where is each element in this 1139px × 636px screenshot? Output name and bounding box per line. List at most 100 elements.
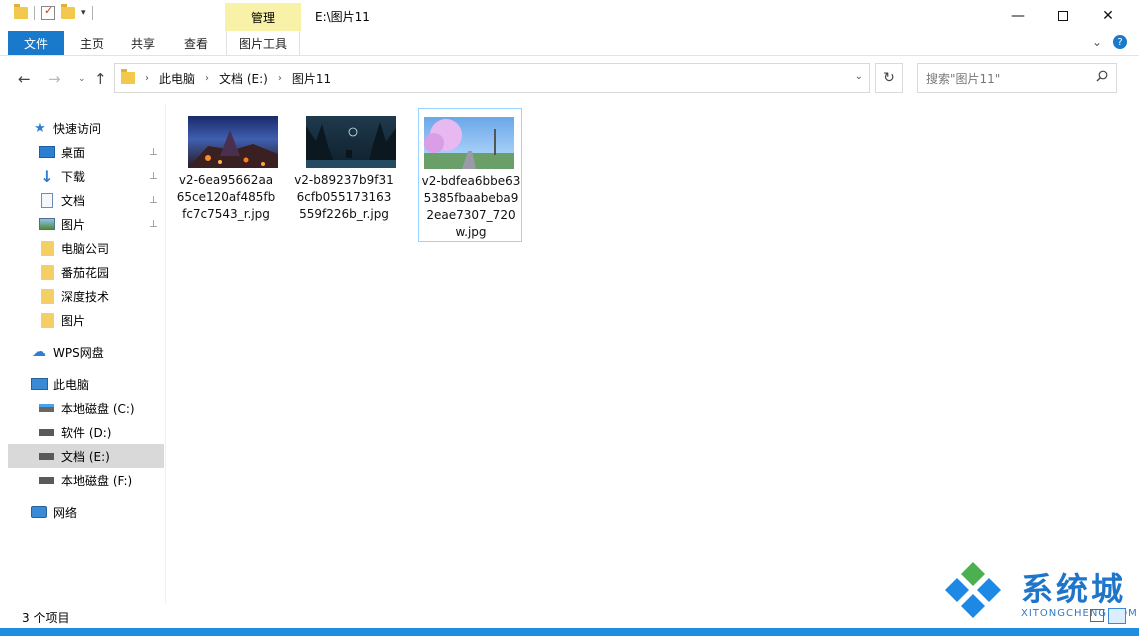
- close-button[interactable]: ✕: [1085, 0, 1131, 31]
- sidebar-item-label: 文档: [61, 193, 86, 208]
- sidebar-item-label: 软件 (D:): [61, 425, 112, 440]
- folder-icon: [14, 4, 28, 19]
- back-arrow-icon[interactable]: ←: [18, 70, 31, 88]
- breadcrumb-chevron-icon[interactable]: ›: [205, 73, 209, 84]
- picture-icon: [39, 218, 55, 230]
- folder-icon: [121, 69, 135, 84]
- sidebar-item-documents[interactable]: 文档 ⊥: [8, 188, 164, 212]
- folder-icon: [41, 288, 54, 304]
- sidebar-item-desktop[interactable]: 桌面 ⊥: [8, 140, 164, 164]
- window-title: E:\图片11: [315, 10, 370, 24]
- network-icon: [31, 506, 47, 518]
- minimize-button[interactable]: —: [995, 0, 1041, 31]
- sidebar-item-downloads[interactable]: ↓ 下载 ⊥: [8, 164, 164, 188]
- navigation-bar: ← → ⌄ ↑ › 此电脑 › 文档 (E:) › 图片11 ⌄ ↻ 搜索"图片…: [0, 58, 1139, 98]
- breadcrumb-chevron-icon[interactable]: ›: [278, 73, 282, 84]
- taskbar-edge: [0, 628, 1139, 636]
- sidebar-item-quick-access[interactable]: ★ 快速访问: [8, 116, 164, 140]
- file-tile[interactable]: v2-6ea95662aa65ce120af485fbfc7c7543_r.jp…: [174, 108, 278, 242]
- sidebar-item-drive-f[interactable]: 本地磁盘 (F:): [8, 468, 164, 492]
- breadcrumb-folder[interactable]: 图片11: [292, 70, 331, 87]
- new-folder-icon[interactable]: [61, 4, 75, 19]
- sidebar-item-label: 文档 (E:): [61, 449, 110, 464]
- file-tile[interactable]: v2-b89237b9f316cfb055173163559f226b_r.jp…: [292, 108, 396, 242]
- search-input[interactable]: 搜索"图片11": [917, 63, 1117, 93]
- sidebar-item-label: 本地磁盘 (C:): [61, 401, 135, 416]
- toolbar-divider: [34, 6, 35, 20]
- image-thumbnail: [424, 117, 514, 169]
- address-bar[interactable]: › 此电脑 › 文档 (E:) › 图片11 ⌄: [114, 63, 870, 93]
- tab-share[interactable]: 共享: [120, 31, 166, 55]
- folder-icon: [41, 312, 54, 328]
- folder-icon: [41, 264, 54, 280]
- cloud-icon: ☁: [32, 344, 46, 360]
- file-tile[interactable]: v2-bdfea6bbe635385fbaabeba92eae7307_720w…: [418, 108, 522, 242]
- drive-icon: [39, 428, 54, 436]
- sidebar-item-folder[interactable]: 番茄花园: [8, 260, 164, 284]
- sidebar-item-label: 电脑公司: [61, 241, 110, 256]
- breadcrumb-drive-e[interactable]: 文档 (E:): [219, 70, 268, 87]
- refresh-icon: ↻: [883, 70, 895, 86]
- tab-file[interactable]: 文件: [8, 31, 64, 55]
- sidebar-item-wps-cloud[interactable]: ☁ WPS网盘: [8, 340, 164, 364]
- help-icon[interactable]: ?: [1113, 35, 1127, 49]
- item-count: 3 个项目: [22, 611, 70, 625]
- pin-icon[interactable]: ⊥: [149, 219, 158, 230]
- desktop-icon: [39, 146, 55, 158]
- pin-icon[interactable]: ⊥: [149, 147, 158, 158]
- file-name: v2-6ea95662aa65ce120af485fbfc7c7543_r.jp…: [176, 173, 276, 221]
- sidebar-item-drive-d[interactable]: 软件 (D:): [8, 420, 164, 444]
- computer-icon: [31, 378, 48, 390]
- breadcrumb-chevron-icon[interactable]: ›: [145, 73, 149, 84]
- recent-locations-chevron-icon[interactable]: ⌄: [78, 74, 86, 84]
- details-view-icon[interactable]: [1090, 609, 1104, 622]
- file-list: v2-6ea95662aa65ce120af485fbfc7c7543_r.jp…: [170, 100, 1139, 600]
- tab-home[interactable]: 主页: [70, 31, 114, 55]
- sidebar-item-label: 桌面: [61, 145, 86, 160]
- sidebar-item-label: 深度技术: [61, 289, 110, 304]
- search-placeholder: 搜索"图片11": [926, 71, 1001, 86]
- star-icon: ★: [34, 120, 46, 136]
- sidebar-item-label: 快速访问: [53, 121, 102, 136]
- sidebar-item-label: 网络: [53, 505, 78, 520]
- folder-icon: [41, 240, 54, 256]
- customize-toolbar-chevron-icon[interactable]: ▾: [81, 8, 86, 18]
- quick-access-toolbar: ▾: [14, 4, 93, 20]
- address-dropdown-chevron-icon[interactable]: ⌄: [855, 71, 863, 82]
- download-icon: ↓: [40, 166, 54, 186]
- ribbon-tabs: 文件 主页 共享 查看 图片工具 ⌄ ?: [0, 31, 1139, 56]
- sidebar-item-drive-c[interactable]: 本地磁盘 (C:): [8, 396, 164, 420]
- up-arrow-icon[interactable]: ↑: [94, 70, 107, 88]
- navigation-pane: ★ 快速访问 桌面 ⊥ ↓ 下载 ⊥ 文档 ⊥ 图片 ⊥ 电脑公司 番茄花园 深…: [0, 104, 166, 604]
- sidebar-item-label: 图片: [61, 313, 86, 328]
- pin-icon[interactable]: ⊥: [149, 171, 158, 182]
- drive-icon: [39, 452, 54, 460]
- image-thumbnail: [188, 116, 278, 168]
- sidebar-item-label: 本地磁盘 (F:): [61, 473, 133, 488]
- breadcrumb-this-pc[interactable]: 此电脑: [159, 70, 195, 87]
- properties-icon[interactable]: [41, 4, 55, 20]
- tab-view[interactable]: 查看: [172, 31, 220, 55]
- sidebar-item-folder[interactable]: 深度技术: [8, 284, 164, 308]
- status-bar: 3 个项目: [0, 604, 1139, 628]
- refresh-button[interactable]: ↻: [875, 63, 903, 93]
- sidebar-item-folder[interactable]: 电脑公司: [8, 236, 164, 260]
- expand-ribbon-chevron-icon[interactable]: ⌄: [1092, 35, 1102, 49]
- sidebar-item-label: 下载: [61, 169, 86, 184]
- sidebar-item-this-pc[interactable]: 此电脑: [8, 372, 164, 396]
- sidebar-item-network[interactable]: 网络: [8, 500, 164, 524]
- sidebar-item-folder[interactable]: 图片: [8, 308, 164, 332]
- close-icon: ✕: [1102, 7, 1114, 24]
- sidebar-item-pictures[interactable]: 图片 ⊥: [8, 212, 164, 236]
- sidebar-item-label: 图片: [61, 217, 86, 232]
- sidebar-item-label: 番茄花园: [61, 265, 110, 280]
- tab-manage[interactable]: 管理: [225, 3, 301, 31]
- sidebar-item-drive-e[interactable]: 文档 (E:): [8, 444, 164, 468]
- pin-icon[interactable]: ⊥: [149, 195, 158, 206]
- maximize-button[interactable]: [1040, 0, 1086, 31]
- tab-picture-tools[interactable]: 图片工具: [226, 31, 300, 55]
- toolbar-divider: [91, 6, 93, 20]
- large-icons-view-icon[interactable]: [1108, 608, 1126, 624]
- forward-arrow-icon[interactable]: →: [48, 70, 61, 88]
- search-icon[interactable]: [1096, 70, 1108, 82]
